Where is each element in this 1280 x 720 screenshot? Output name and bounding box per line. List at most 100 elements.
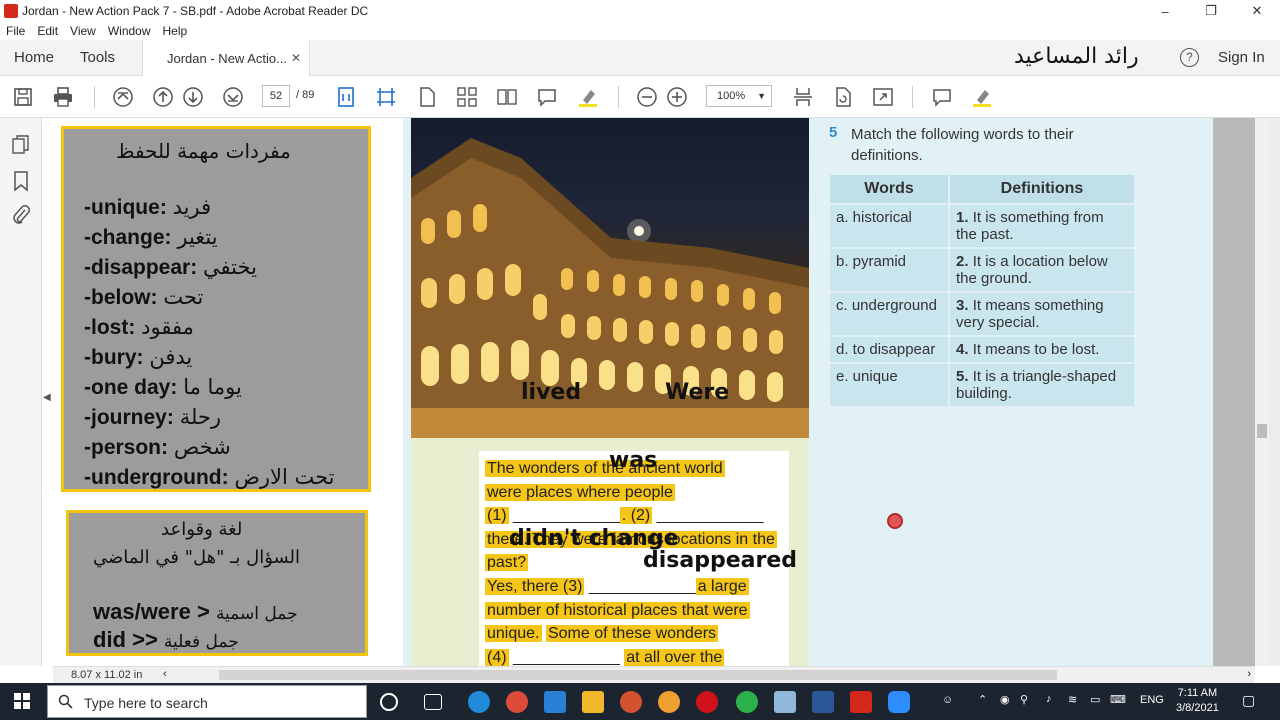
vocab-item: -disappear: يختفي [84, 255, 257, 279]
highlight-icon[interactable] [577, 86, 599, 108]
page-icon[interactable] [416, 86, 438, 108]
print-icon[interactable] [52, 86, 74, 108]
page-number-input[interactable]: 52 [262, 85, 290, 107]
vocabulary-heading: مفردات مهمة للحفظ [116, 139, 291, 163]
menu-bar: File Edit View Window Help [0, 22, 1280, 40]
handwritten-answer-were: Were [665, 380, 730, 405]
pages-icon[interactable] [10, 134, 32, 156]
menu-window[interactable]: Window [108, 24, 151, 38]
two-page-icon[interactable] [496, 86, 518, 108]
previous-page-icon[interactable] [152, 86, 174, 108]
close-tab-icon[interactable]: ✕ [291, 51, 301, 65]
vocab-item: -bury: يدفن [84, 345, 193, 369]
tab-bar: Home Tools Jordan - New Actio... ✕ رائد … [0, 40, 1280, 76]
save-icon[interactable] [12, 86, 34, 108]
fit-page-icon[interactable] [335, 86, 357, 108]
opera-icon[interactable] [696, 691, 718, 713]
title-bar: Jordan - New Action Pack 7 - SB.pdf - Ad… [0, 0, 1280, 22]
thumbnails-icon[interactable] [456, 86, 478, 108]
menu-view[interactable]: View [70, 24, 96, 38]
volume-icon[interactable]: ♪ [1046, 693, 1052, 705]
tab-home[interactable]: Home [14, 49, 54, 66]
attachment-icon[interactable] [10, 204, 32, 226]
clock[interactable]: 7:11 AM 3/8/2021 [1176, 686, 1219, 716]
edge-icon[interactable] [468, 691, 490, 713]
keyboard-icon[interactable]: ⌨ [1110, 693, 1126, 706]
select-tool-icon[interactable] [375, 86, 397, 108]
language-indicator[interactable]: ENG [1140, 694, 1164, 706]
toolbar [0, 76, 1280, 118]
exercise-instruction: Match the following words to their defin… [851, 126, 1074, 164]
collapse-pane-icon[interactable]: ◀ [43, 392, 51, 403]
search-placeholder: Type here to search [84, 695, 208, 711]
scroll-left-icon[interactable]: ‹ [163, 668, 167, 680]
handwritten-answer-lived: lived [521, 380, 582, 405]
window-title: Jordan - New Action Pack 7 - SB.pdf - Ad… [22, 4, 369, 18]
minimize-button[interactable]: – [1142, 0, 1188, 22]
vocabulary-box: مفردات مهمة للحفظ -unique: فريد -change:… [61, 126, 371, 492]
table-row: c. underground 3. It means something ver… [828, 291, 1136, 337]
help-icon[interactable]: ? [1180, 48, 1199, 67]
last-page-icon[interactable] [222, 86, 244, 108]
scroll-thumb[interactable] [219, 670, 1057, 680]
scroll-mode-icon[interactable] [792, 86, 814, 108]
zoom-select[interactable]: 100% ▼ [706, 85, 772, 107]
zoom-app-icon[interactable] [888, 691, 910, 713]
acrobat-icon [4, 4, 18, 18]
close-button[interactable]: ✕ [1234, 0, 1280, 22]
comment-tool-icon[interactable] [931, 86, 953, 108]
vocab-item: -underground: تحت الارض [84, 465, 335, 489]
next-page-icon[interactable] [182, 86, 204, 108]
table-row: e. unique 5. It is a triangle-shaped bui… [828, 362, 1136, 408]
cortana-icon[interactable] [380, 693, 398, 711]
first-page-icon[interactable] [112, 86, 134, 108]
handwritten-answer-was: was [609, 448, 658, 473]
textbook-page: The wonders of the ancient world were pl… [403, 118, 1213, 666]
people-icon[interactable]: ☺ [942, 694, 953, 706]
menu-edit[interactable]: Edit [37, 24, 58, 38]
zoom-out-icon[interactable] [636, 86, 658, 108]
word-icon[interactable] [812, 691, 834, 713]
grammar-box: لغة وقواعد السؤال بـ "هل" في الماضي was/… [66, 510, 368, 656]
sign-in-link[interactable]: Sign In [1218, 49, 1265, 66]
green-app-icon[interactable] [736, 691, 758, 713]
horizontal-scrollbar[interactable]: 8.07 x 11.02 in ‹ › [53, 666, 1255, 683]
vertical-scrollbar[interactable] [1255, 118, 1269, 666]
chrome-canary-icon[interactable] [658, 691, 680, 713]
right-pane-collapsed[interactable] [1269, 118, 1280, 666]
grammar-rule: was/were > جمل اسمية [93, 599, 298, 624]
tab-tools[interactable]: Tools [80, 49, 115, 66]
comment-icon[interactable] [536, 86, 558, 108]
bookmark-icon[interactable] [10, 170, 32, 192]
notepad-icon[interactable] [774, 691, 796, 713]
taskbar-search[interactable]: Type here to search [47, 685, 367, 718]
tab-document[interactable]: Jordan - New Actio... ✕ [142, 40, 310, 76]
full-screen-icon[interactable] [872, 86, 894, 108]
tray-overflow-icon[interactable]: ⌃ [978, 693, 987, 706]
scroll-right-icon[interactable]: › [1247, 668, 1251, 680]
powerpoint-icon[interactable] [620, 691, 642, 713]
menu-help[interactable]: Help [163, 24, 188, 38]
notifications-icon[interactable]: ▢ [1242, 692, 1255, 709]
wifi-icon[interactable]: ≋ [1068, 693, 1077, 706]
task-view-icon[interactable] [424, 694, 442, 710]
pointer-cursor [887, 513, 903, 529]
taskbar: Type here to search ☺ ⌃ ◉ ⚲ ♪ ≋ ▭ ⌨ ENG … [0, 683, 1280, 720]
document-view[interactable]: مفردات مهمة للحفظ -unique: فريد -change:… [53, 118, 1255, 666]
chrome-icon[interactable] [506, 691, 528, 713]
highlighter-tool-icon[interactable] [971, 86, 993, 108]
network-icon[interactable]: ◉ [1000, 693, 1010, 706]
acrobat-taskbar-icon[interactable] [850, 691, 872, 713]
file-explorer-icon[interactable] [582, 691, 604, 713]
usb-icon[interactable]: ⚲ [1020, 693, 1028, 706]
battery-icon[interactable]: ▭ [1090, 693, 1100, 706]
windows-start-icon[interactable] [14, 693, 30, 709]
maximize-button[interactable]: ❐ [1188, 0, 1234, 22]
handwritten-answer-disappeared: disappeared [643, 548, 798, 573]
rotate-icon[interactable] [832, 86, 854, 108]
menu-file[interactable]: File [6, 24, 25, 38]
grammar-title: لغة وقواعد [161, 519, 243, 540]
mail-icon[interactable] [544, 691, 566, 713]
scroll-thumb[interactable] [1257, 424, 1267, 438]
zoom-in-icon[interactable] [666, 86, 688, 108]
